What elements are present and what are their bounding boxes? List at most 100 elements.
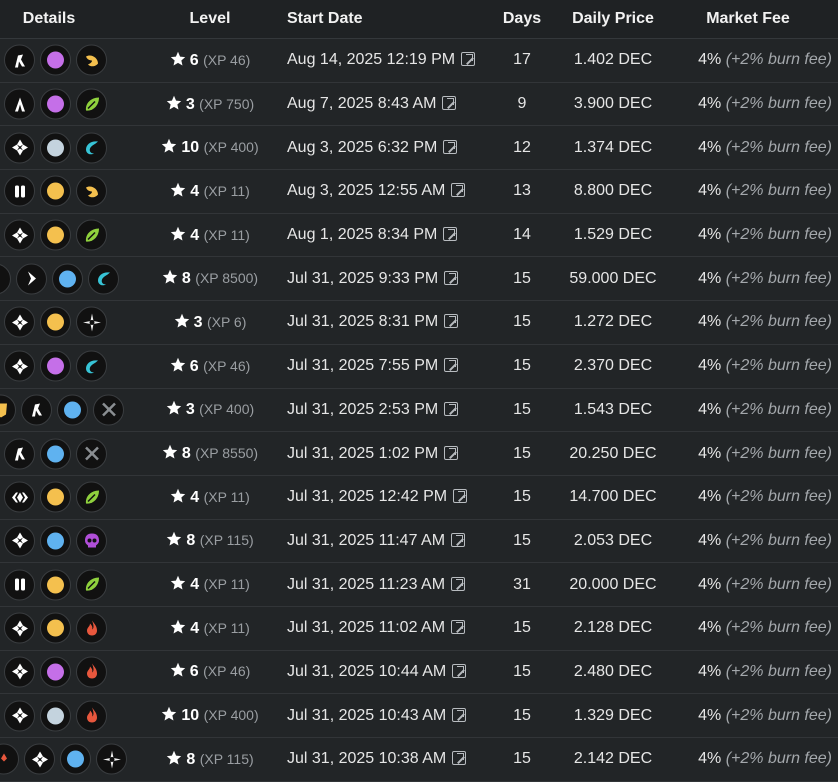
life-element-icon xyxy=(76,88,107,120)
details-cell xyxy=(0,520,150,563)
external-link-icon[interactable] xyxy=(451,532,466,547)
external-link-icon[interactable] xyxy=(451,183,466,198)
col-days-header[interactable]: Days xyxy=(492,10,552,28)
table-row[interactable]: 8 (XP 8500) Jul 31, 2025 9:33 PM 15 59.000 … xyxy=(0,257,838,302)
rarity-common-icon xyxy=(40,700,71,732)
table-row[interactable]: 8 (XP 8550) Jul 31, 2025 1:02 PM 15 20.250 … xyxy=(0,432,838,476)
days-cell: 15 xyxy=(513,706,531,724)
start-date-text: Jul 31, 2025 2:53 PM xyxy=(287,400,439,418)
star-icon xyxy=(161,139,181,156)
level-cell: 6 (XP 46) xyxy=(150,662,270,681)
rarity-epic-icon xyxy=(40,350,71,382)
xp-value: (XP 400) xyxy=(199,401,255,418)
external-link-icon[interactable] xyxy=(444,270,459,285)
death-element-icon xyxy=(76,525,107,557)
xp-value: (XP 115) xyxy=(199,750,254,767)
start-date-text: Jul 31, 2025 11:02 AM xyxy=(287,619,446,637)
external-link-icon[interactable] xyxy=(451,620,466,635)
life-element-icon xyxy=(76,219,107,251)
level-value: 10 xyxy=(181,139,200,157)
table-row[interactable]: 4 (XP 11) Jul 31, 2025 12:42 PM 15 14.700 D… xyxy=(0,475,838,520)
table-row[interactable]: 10 (XP 400) Aug 3, 2025 6:32 PM 12 1.374 DE… xyxy=(0,126,838,171)
details-cell xyxy=(0,432,150,475)
col-daily-price-header[interactable]: Daily Price xyxy=(552,10,674,28)
table-row[interactable]: 3 (XP 750) Aug 7, 2025 8:43 AM 9 3.900 DEC 4… xyxy=(0,82,838,127)
fee-percent: 4% xyxy=(698,575,722,593)
level-value: 3 xyxy=(185,401,195,419)
table-row[interactable]: 4 (XP 11) Jul 31, 2025 11:23 AM 31 20.000 D… xyxy=(0,563,838,607)
neutral-element-icon xyxy=(76,438,107,470)
start-date-cell: Aug 1, 2025 8:34 PM xyxy=(270,226,492,244)
external-link-icon[interactable] xyxy=(444,401,459,416)
external-link-icon[interactable] xyxy=(452,707,467,722)
earth-element-icon xyxy=(76,175,107,207)
table-row[interactable]: 10 (XP 400) Jul 31, 2025 10:43 AM 15 1.329 … xyxy=(0,694,838,738)
external-link-icon[interactable] xyxy=(443,227,458,242)
table-row[interactable]: 6 (XP 46) Aug 14, 2025 12:19 PM 17 1.402 DE… xyxy=(0,39,838,83)
table-row[interactable]: 4 (XP 11) Aug 3, 2025 12:55 AM 13 8.800 DEC… xyxy=(0,170,838,214)
external-link-icon[interactable] xyxy=(452,751,467,766)
rarity-common-icon xyxy=(40,132,71,164)
fee-percent: 4% xyxy=(698,51,722,69)
star-icon xyxy=(170,488,190,506)
days-cell: 15 xyxy=(513,357,531,375)
card-icons xyxy=(4,612,107,644)
external-link-icon[interactable] xyxy=(443,139,458,154)
external-link-icon[interactable] xyxy=(444,358,459,373)
fee-percent: 4% xyxy=(698,706,722,724)
table-row[interactable]: 8 (XP 115) Jul 31, 2025 11:47 AM 15 2.053 D… xyxy=(0,519,838,564)
external-link-icon[interactable] xyxy=(461,52,476,67)
col-details-header[interactable]: Details xyxy=(0,10,150,28)
start-date-text: Jul 31, 2025 11:23 AM xyxy=(287,575,446,593)
star-icon xyxy=(166,95,186,113)
fee-percent: 4% xyxy=(698,182,722,200)
table-row[interactable]: 3 (XP 400) Jul 31, 2025 2:53 PM 15 1.543 DE… xyxy=(0,388,838,433)
daily-price-cell: 1.402 DEC xyxy=(573,51,653,69)
card-icons xyxy=(4,44,107,76)
burn-fee-note: (+2% burn fee) xyxy=(725,706,832,724)
external-link-icon[interactable] xyxy=(442,96,457,111)
level-cell: 3 (XP 400) xyxy=(150,400,270,419)
table-row[interactable]: 8 (XP 115) Jul 31, 2025 10:38 AM 15 2.142 D… xyxy=(0,738,838,782)
level-value: 10 xyxy=(181,707,200,725)
start-date-cell: Aug 7, 2025 8:43 AM xyxy=(270,95,492,113)
table-row[interactable]: 4 (XP 11) Jul 31, 2025 11:02 AM 15 2.128 DE… xyxy=(0,606,838,651)
card-icons xyxy=(4,219,107,251)
external-link-icon[interactable] xyxy=(453,489,468,504)
level-cell: 4 (XP 11) xyxy=(150,226,270,245)
diamond-icon xyxy=(4,306,35,338)
table-row[interactable]: 6 (XP 46) Jul 31, 2025 7:55 PM 15 2.370 DEC… xyxy=(0,344,838,389)
external-link-icon[interactable] xyxy=(444,445,459,460)
table-header: Details Level Start Date Days Daily Pric… xyxy=(0,0,838,39)
table-row[interactable]: 4 (XP 11) Aug 1, 2025 8:34 PM 14 1.529 DEC 4… xyxy=(0,213,838,258)
rarity-rare-icon xyxy=(57,394,88,426)
table-row[interactable]: 6 (XP 46) Jul 31, 2025 10:44 AM 15 2.480 DE… xyxy=(0,650,838,695)
col-start-date-header[interactable]: Start Date xyxy=(270,10,492,28)
xp-value: (XP 115) xyxy=(199,532,254,549)
card-icons xyxy=(4,132,107,164)
external-link-icon[interactable] xyxy=(451,576,466,591)
days-cell: 15 xyxy=(513,662,531,680)
level-value: 6 xyxy=(189,51,199,69)
fee-percent: 4% xyxy=(698,313,722,331)
burn-fee-note: (+2% burn fee) xyxy=(725,575,832,593)
rarity-legendary-icon xyxy=(40,175,71,207)
col-level-header[interactable]: Level xyxy=(150,10,270,28)
xp-value: (XP 400) xyxy=(203,139,259,156)
external-link-icon[interactable] xyxy=(452,663,467,678)
external-link-icon[interactable] xyxy=(444,314,459,329)
fire-element-icon xyxy=(76,700,107,732)
level-value: 3 xyxy=(185,95,195,113)
market-fee-cell: 4% (+2% burn fee) xyxy=(674,663,838,681)
table-row[interactable]: 3 (XP 6) Jul 31, 2025 8:31 PM 15 1.272 DEC 4… xyxy=(0,301,838,345)
rarity-legendary-icon xyxy=(40,306,71,338)
rarity-rare-icon xyxy=(40,438,71,470)
diamond-icon xyxy=(4,132,35,164)
star-icon xyxy=(170,51,190,69)
days-cell: 31 xyxy=(513,575,531,593)
burn-fee-note: (+2% burn fee) xyxy=(725,95,832,113)
col-market-fee-header[interactable]: Market Fee xyxy=(674,10,838,28)
xp-value: (XP 11) xyxy=(203,226,250,243)
diamond-icon xyxy=(0,743,19,775)
bolt-icon xyxy=(16,263,47,295)
